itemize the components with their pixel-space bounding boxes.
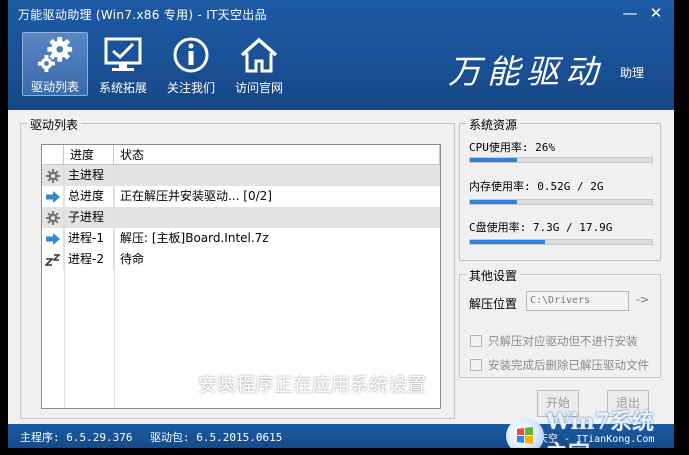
row-status xyxy=(114,165,440,186)
gear-icon xyxy=(45,210,60,225)
row-status: 解压: [主板]Board.Intel.7z xyxy=(120,231,269,245)
window-controls: — ✕ xyxy=(622,6,664,21)
sleep-icon xyxy=(44,253,61,266)
memory-usage-bar xyxy=(469,199,653,205)
browse-arrow-button[interactable]: -> xyxy=(636,293,649,306)
minimize-button[interactable]: — xyxy=(622,6,638,21)
row-progress: 子进程 xyxy=(64,207,114,228)
monitor-check-icon xyxy=(104,37,142,71)
driver-pack-version: 驱动包: 6.5.2015.0615 xyxy=(150,431,283,444)
row-status xyxy=(114,207,440,228)
tool-label: 系统拓展 xyxy=(98,81,147,95)
arrow-right-icon xyxy=(45,190,60,203)
row-status: 正在解压并安装驱动... [0/2] xyxy=(120,189,272,203)
extract-location-field[interactable]: C:\Drivers xyxy=(526,291,629,311)
tool-label: 访问官网 xyxy=(234,81,283,95)
watermark-text: Win7系统之家 xyxy=(546,409,654,448)
windows-logo-icon xyxy=(506,418,544,448)
close-button[interactable]: ✕ xyxy=(648,6,664,21)
app-window: 万能驱动助理 (Win7.x86 专用) - IT天空出品 — ✕ 驱动列表 系… xyxy=(8,0,674,448)
info-icon xyxy=(173,37,209,73)
column-divider xyxy=(64,165,65,408)
delete-after-label: 安装完成后删除已解压驱动文件 xyxy=(488,358,649,372)
cpu-usage-fill xyxy=(470,158,518,162)
list-item[interactable]: 子进程 xyxy=(42,207,440,228)
brand-subtitle: 助理 xyxy=(620,66,645,80)
other-settings-group: 其他设置 解压位置 C:\Drivers -> 只解压对应驱动但不进行安装 安装… xyxy=(459,267,661,378)
arrow-right-icon xyxy=(45,232,60,245)
other-settings-title: 其他设置 xyxy=(466,267,521,284)
tool-follow-us[interactable]: 关注我们 xyxy=(158,32,224,96)
tool-label: 关注我们 xyxy=(166,81,215,95)
delete-after-option[interactable]: 安装完成后删除已解压驱动文件 xyxy=(470,357,649,373)
extract-only-label: 只解压对应驱动但不进行安装 xyxy=(488,334,638,348)
window-title: 万能驱动助理 (Win7.x86 专用) - IT天空出品 xyxy=(18,8,267,22)
header: 万能驱动助理 (Win7.x86 专用) - IT天空出品 — ✕ 驱动列表 系… xyxy=(8,0,674,110)
tool-visit-site[interactable]: 访问官网 xyxy=(226,32,292,96)
gears-icon xyxy=(37,36,73,73)
list-item[interactable]: 主进程 xyxy=(42,165,440,186)
home-icon xyxy=(240,37,278,73)
toolbar: 驱动列表 系统拓展 关注我们 访问官网 xyxy=(22,32,292,96)
header-progress[interactable]: 进度 xyxy=(64,145,114,164)
progress-overlay-text: 安装程序正在应用系统设置 xyxy=(198,374,427,396)
row-progress: 主进程 xyxy=(64,165,114,186)
delete-after-checkbox[interactable] xyxy=(470,359,482,371)
row-status: 待命 xyxy=(120,252,145,266)
disk-usage-fill xyxy=(470,240,545,244)
cpu-usage-bar xyxy=(469,157,653,163)
disk-usage-bar xyxy=(469,239,653,245)
list-header: 进度 状态 xyxy=(42,145,440,165)
watermark: Win7系统之家 xyxy=(506,404,674,448)
row-progress: 进程-1 xyxy=(64,228,114,249)
extract-only-checkbox[interactable] xyxy=(470,335,482,347)
tool-label: 驱动列表 xyxy=(30,80,79,94)
list-item[interactable]: 进程-1 解压: [主板]Board.Intel.7z xyxy=(42,228,440,249)
driver-list-title: 驱动列表 xyxy=(27,116,82,133)
brand-title: 万能驱动 xyxy=(448,52,604,91)
header-icon-col xyxy=(42,145,64,164)
tool-driver-list[interactable]: 驱动列表 xyxy=(22,32,88,96)
row-progress: 总进度 xyxy=(64,186,114,207)
gear-icon xyxy=(45,168,60,183)
extract-location-label: 解压位置 xyxy=(469,297,518,311)
memory-usage-label: 内存使用率: 0.52G / 2G xyxy=(469,180,604,193)
system-resources-title: 系统资源 xyxy=(466,116,521,133)
list-item[interactable]: 总进度 正在解压并安装驱动... [0/2] xyxy=(42,186,440,207)
row-progress: 进程-2 xyxy=(64,249,114,270)
system-resources-group: 系统资源 CPU使用率: 26% 内存使用率: 0.52G / 2G C盘使用率… xyxy=(459,116,661,261)
column-divider xyxy=(114,165,115,408)
tool-system-extend[interactable]: 系统拓展 xyxy=(90,32,156,96)
list-item[interactable]: 进程-2 待命 xyxy=(42,249,440,270)
cpu-usage-label: CPU使用率: 26% xyxy=(469,141,555,154)
memory-usage-fill xyxy=(470,200,518,204)
header-status[interactable]: 状态 xyxy=(114,145,440,164)
disk-usage-label: C盘使用率: 7.3G / 17.9G xyxy=(469,221,613,234)
main-program-version: 主程序: 6.5.29.376 xyxy=(20,431,133,444)
extract-only-option[interactable]: 只解压对应驱动但不进行安装 xyxy=(470,333,638,349)
